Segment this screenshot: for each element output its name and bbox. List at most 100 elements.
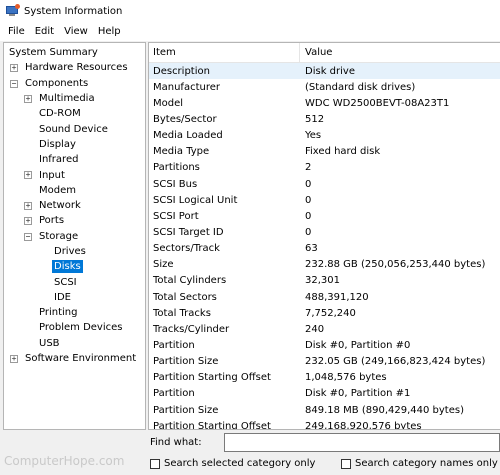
expand-icon[interactable]: + bbox=[10, 354, 18, 363]
grid-header: Item Value bbox=[149, 43, 500, 63]
cell-value: 249,168,920,576 bytes bbox=[305, 420, 422, 430]
tree-item[interactable]: Printing bbox=[4, 305, 145, 320]
grid-row[interactable]: Total Sectors 488,391,120 bbox=[149, 289, 500, 305]
tree-item[interactable]: + Hardware Resources bbox=[4, 60, 145, 75]
tree-item[interactable]: Modem bbox=[4, 183, 145, 198]
grid-row[interactable]: Partition Size 849.18 MB (890,429,440 byt… bbox=[149, 402, 500, 418]
grid-row[interactable]: Partition Starting Offset 1,048,576 bytes bbox=[149, 370, 500, 386]
cell-value: 63 bbox=[305, 243, 318, 255]
grid-row[interactable]: SCSI Logical Unit 0 bbox=[149, 192, 500, 208]
cell-value: 0 bbox=[305, 178, 312, 190]
cell-item: SCSI Port bbox=[153, 210, 199, 222]
menu-view[interactable]: View bbox=[59, 26, 93, 37]
tree-item[interactable]: + Network bbox=[4, 198, 145, 213]
grid-row[interactable]: Description Disk drive bbox=[149, 63, 500, 80]
collapse-icon[interactable]: − bbox=[10, 79, 18, 88]
tree-item[interactable]: CD-ROM bbox=[4, 106, 145, 121]
expand-icon[interactable]: + bbox=[24, 171, 32, 180]
tree-item-label: Printing bbox=[39, 307, 78, 319]
search-selected-category-checkbox[interactable] bbox=[150, 459, 160, 469]
tree-item[interactable]: Sound Device bbox=[4, 121, 145, 136]
cell-item: Total Cylinders bbox=[153, 275, 227, 287]
search-selected-category-label: Search selected category only bbox=[164, 458, 316, 469]
cell-value: 849.18 MB (890,429,440 bytes) bbox=[305, 404, 464, 416]
tree-item[interactable]: + Multimedia bbox=[4, 91, 145, 106]
cell-value: Yes bbox=[305, 130, 322, 142]
tree-item[interactable]: + Input bbox=[4, 167, 145, 182]
cell-value: 240 bbox=[305, 323, 325, 335]
tree-item-label: Sound Device bbox=[39, 123, 108, 135]
expand-icon[interactable]: + bbox=[10, 64, 18, 73]
tree-item[interactable]: + Ports bbox=[4, 213, 145, 228]
search-category-names-label: Search category names only bbox=[355, 458, 498, 469]
cell-value: 0 bbox=[305, 194, 312, 206]
grid-row[interactable]: Partition Disk #0, Partition #0 bbox=[149, 337, 500, 353]
cell-item: Description bbox=[153, 65, 210, 77]
title-bar: System Information bbox=[0, 0, 500, 22]
cell-item: SCSI Target ID bbox=[153, 226, 224, 238]
menu-file[interactable]: File bbox=[3, 26, 30, 37]
tree-item-label: IDE bbox=[54, 291, 71, 303]
grid-body: Description Disk drive Manufacturer (Standa… bbox=[149, 63, 500, 430]
grid-row[interactable]: Partitions 2 bbox=[149, 160, 500, 176]
details-grid: Item Value Description Disk drive Manufact… bbox=[148, 42, 500, 430]
cell-value: WDC WD2500BEVT-08A23T1 bbox=[305, 97, 450, 109]
category-tree[interactable]: System Summary + Hardware Resources − Compon… bbox=[3, 42, 146, 430]
grid-row[interactable]: Total Cylinders 32,301 bbox=[149, 273, 500, 289]
tree-item[interactable]: Disks bbox=[4, 259, 145, 274]
tree-item[interactable]: Infrared bbox=[4, 152, 145, 167]
tree-item[interactable]: IDE bbox=[4, 290, 145, 305]
grid-row[interactable]: Total Tracks 7,752,240 bbox=[149, 305, 500, 321]
cell-item: Manufacturer bbox=[153, 81, 220, 93]
grid-row[interactable]: SCSI Bus 0 bbox=[149, 176, 500, 192]
cell-item: Media Type bbox=[153, 146, 210, 158]
tree-item[interactable]: − Components bbox=[4, 76, 145, 91]
cell-item: Size bbox=[153, 259, 174, 271]
expand-icon[interactable]: + bbox=[24, 217, 32, 226]
grid-row[interactable]: Model WDC WD2500BEVT-08A23T1 bbox=[149, 95, 500, 111]
grid-row[interactable]: Partition Disk #0, Partition #1 bbox=[149, 386, 500, 402]
find-what-input[interactable] bbox=[224, 433, 500, 452]
menu-edit[interactable]: Edit bbox=[30, 26, 59, 37]
tree-item-label: Input bbox=[39, 169, 65, 181]
grid-row[interactable]: Manufacturer (Standard disk drives) bbox=[149, 79, 500, 95]
cell-value: 512 bbox=[305, 113, 325, 125]
tree-item-label: Multimedia bbox=[39, 93, 95, 105]
tree-item[interactable]: SCSI bbox=[4, 274, 145, 289]
cell-value: Disk drive bbox=[305, 65, 355, 77]
tree-item[interactable]: Problem Devices bbox=[4, 320, 145, 335]
tree-item-label: Storage bbox=[39, 230, 79, 242]
cell-item: SCSI Logical Unit bbox=[153, 194, 238, 206]
tree-item[interactable]: Drives bbox=[4, 244, 145, 259]
menu-help[interactable]: Help bbox=[93, 26, 126, 37]
grid-row[interactable]: Sectors/Track 63 bbox=[149, 241, 500, 257]
grid-row[interactable]: Tracks/Cylinder 240 bbox=[149, 321, 500, 337]
column-header-value[interactable]: Value bbox=[300, 43, 332, 62]
cell-value: 0 bbox=[305, 226, 312, 238]
grid-row[interactable]: Partition Size 232.05 GB (249,166,823,424… bbox=[149, 354, 500, 370]
cell-item: Partition Size bbox=[153, 404, 219, 416]
grid-row[interactable]: Bytes/Sector 512 bbox=[149, 111, 500, 127]
grid-row[interactable]: Media Loaded Yes bbox=[149, 128, 500, 144]
expand-icon[interactable]: + bbox=[24, 201, 32, 210]
grid-row[interactable]: Size 232.88 GB (250,056,253,440 bytes) bbox=[149, 257, 500, 273]
tree-item[interactable]: System Summary bbox=[4, 45, 145, 60]
cell-item: Partitions bbox=[153, 162, 200, 174]
window-title: System Information bbox=[24, 5, 123, 17]
expand-icon[interactable]: + bbox=[24, 94, 32, 103]
cell-value: 232.88 GB (250,056,253,440 bytes) bbox=[305, 259, 486, 271]
grid-row[interactable]: SCSI Target ID 0 bbox=[149, 224, 500, 240]
cell-value: 2 bbox=[305, 162, 312, 174]
grid-row[interactable]: SCSI Port 0 bbox=[149, 208, 500, 224]
cell-value: 488,391,120 bbox=[305, 291, 369, 303]
grid-row[interactable]: Partition Starting Offset 249,168,920,576… bbox=[149, 418, 500, 430]
cell-value: 7,752,240 bbox=[305, 307, 356, 319]
search-category-names-checkbox[interactable] bbox=[341, 459, 351, 469]
grid-row[interactable]: Media Type Fixed hard disk bbox=[149, 144, 500, 160]
tree-item[interactable]: Display bbox=[4, 137, 145, 152]
tree-item[interactable]: − Storage bbox=[4, 229, 145, 244]
tree-item[interactable]: + Software Environment bbox=[4, 351, 145, 366]
tree-item[interactable]: USB bbox=[4, 336, 145, 351]
collapse-icon[interactable]: − bbox=[24, 232, 32, 241]
column-header-item[interactable]: Item bbox=[149, 43, 300, 62]
